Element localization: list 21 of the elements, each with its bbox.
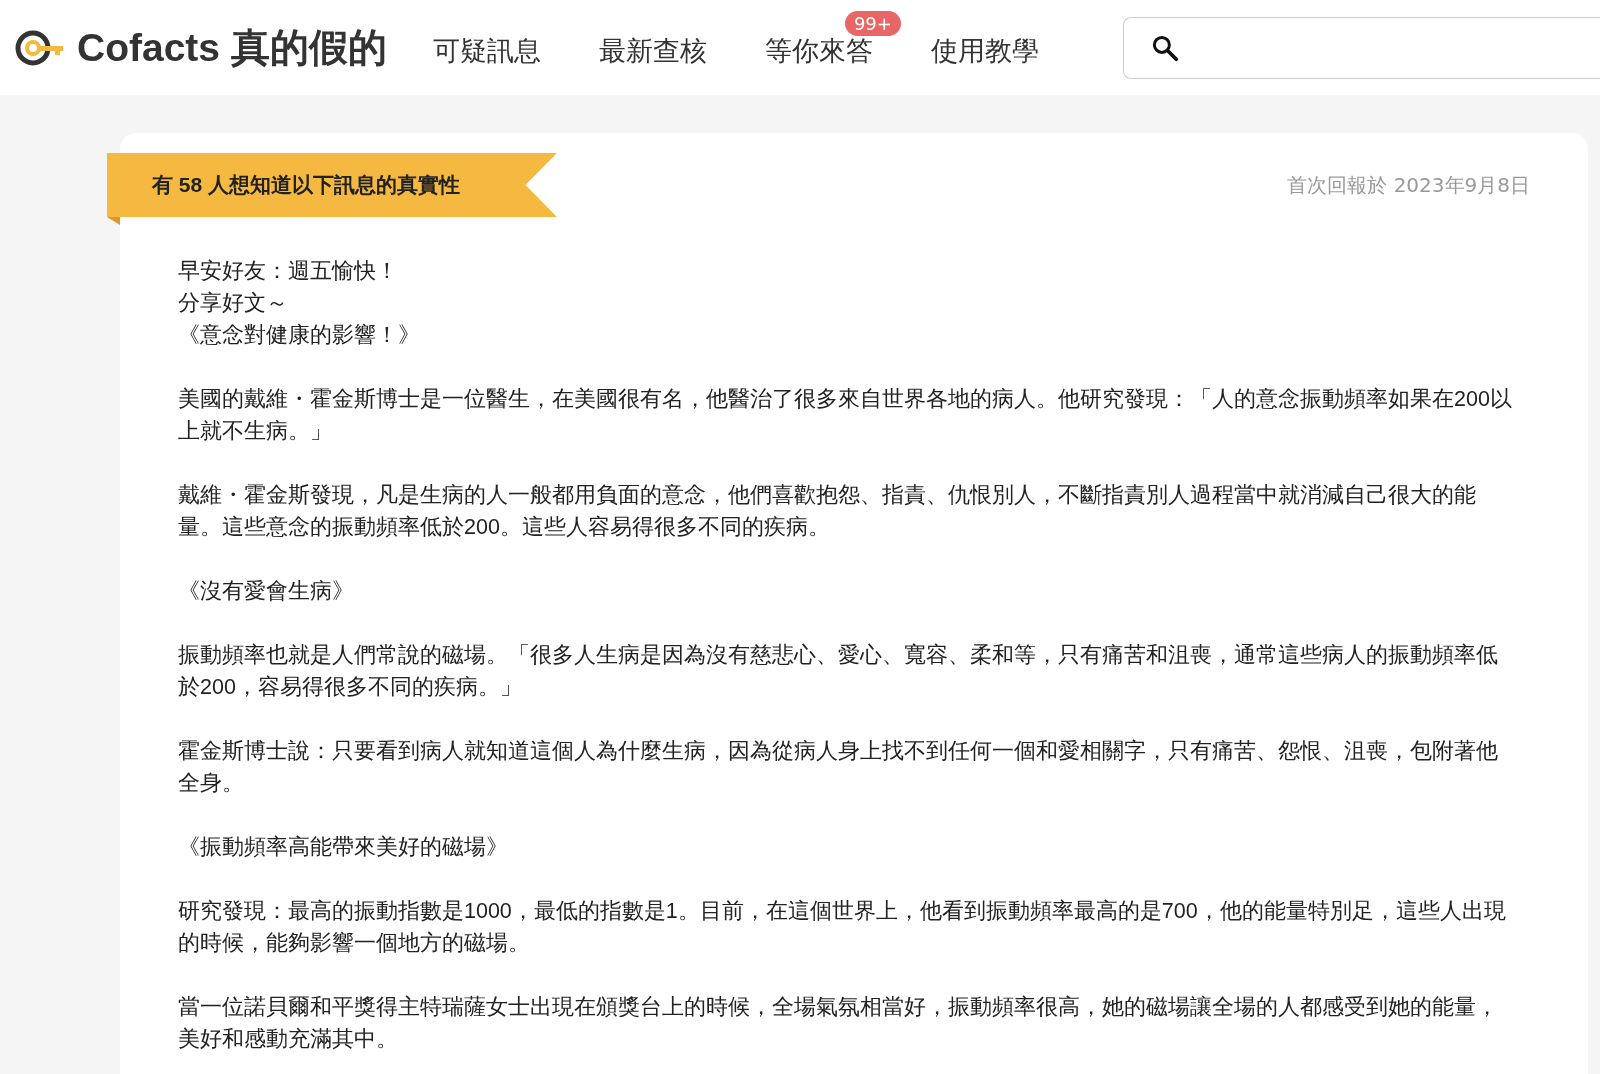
article-paragraph: 當一位諾貝爾和平獎得主特瑞薩女士出現在頒獎台上的時候，全場氣氛相當好，振動頻率很高，她的磁場讓全場的人都感受到她的能量，美好和感動充滿其中。 <box>178 994 1499 1053</box>
first-reported-date: 首次回報於 2023年9月8日 <box>1287 171 1531 199</box>
count-badge: 99+ <box>844 10 901 36</box>
article-line: 早安好友：週五愉快！ <box>178 258 399 285</box>
nav-link[interactable]: 可疑訊息 <box>432 34 541 66</box>
nav-link[interactable]: 使用教學 <box>930 34 1039 66</box>
article-paragraph: 《沒有愛會生病》 <box>178 578 355 605</box>
nav-link[interactable]: 最新查核 <box>598 34 707 66</box>
article-paragraph: 研究發現：最高的振動指數是1000，最低的指數是1。目前，在這個世界上，他看到振動頻率最高的是700，他的能量特別足，這些人出現的時候，能夠影響一個地方的磁場。 <box>178 898 1507 957</box>
article-paragraph: 《振動頻率高能帶來美好的磁場》 <box>178 834 509 861</box>
search-field[interactable] <box>1122 16 1600 79</box>
nav-link[interactable]: 等你來答 <box>764 34 873 66</box>
article-paragraph: 霍金斯博士說：只要看到病人就知道這個人為什麼生病，因為從病人身上找不到任何一個和愛相關字，只有痛苦、怨恨、沮喪，包附著他全身。 <box>178 738 1499 797</box>
ribbon-fold <box>107 217 120 225</box>
ribbon-text: 有 58 人想知道以下訊息的真實性 <box>151 172 461 198</box>
cofacts-logo[interactable]: Cofacts 真的假的 <box>15 20 387 75</box>
article-paragraph: 振動頻率也就是人們常說的磁場。「很多人生病是因為沒有慈悲心、愛心、寬容、柔和等，只有痛苦和沮喪，通常這些病人的振動頻率低於200，容易得很多不同的疾病。」 <box>178 642 1499 701</box>
article-paragraph: 戴維・霍金斯發現，凡是生病的人一般都用負面的意念，他們喜歡抱怨、指責、仇恨別人，不斷指責別人過程當中就消減自己很大的能量。這些意念的振動頻率低於200。這些人容易得很多不同的疾病。 <box>178 482 1477 541</box>
article-line: 《意念對健康的影響！》 <box>178 322 421 349</box>
article-line: 分享好文～ <box>178 290 289 317</box>
article-paragraph: 美國的戴維・霍金斯博士是一位醫生，在美國很有名，他醫治了很多來自世界各地的病人。他研究發現：「人的意念振動頻率如果在200以上就不生病。」 <box>178 386 1513 445</box>
